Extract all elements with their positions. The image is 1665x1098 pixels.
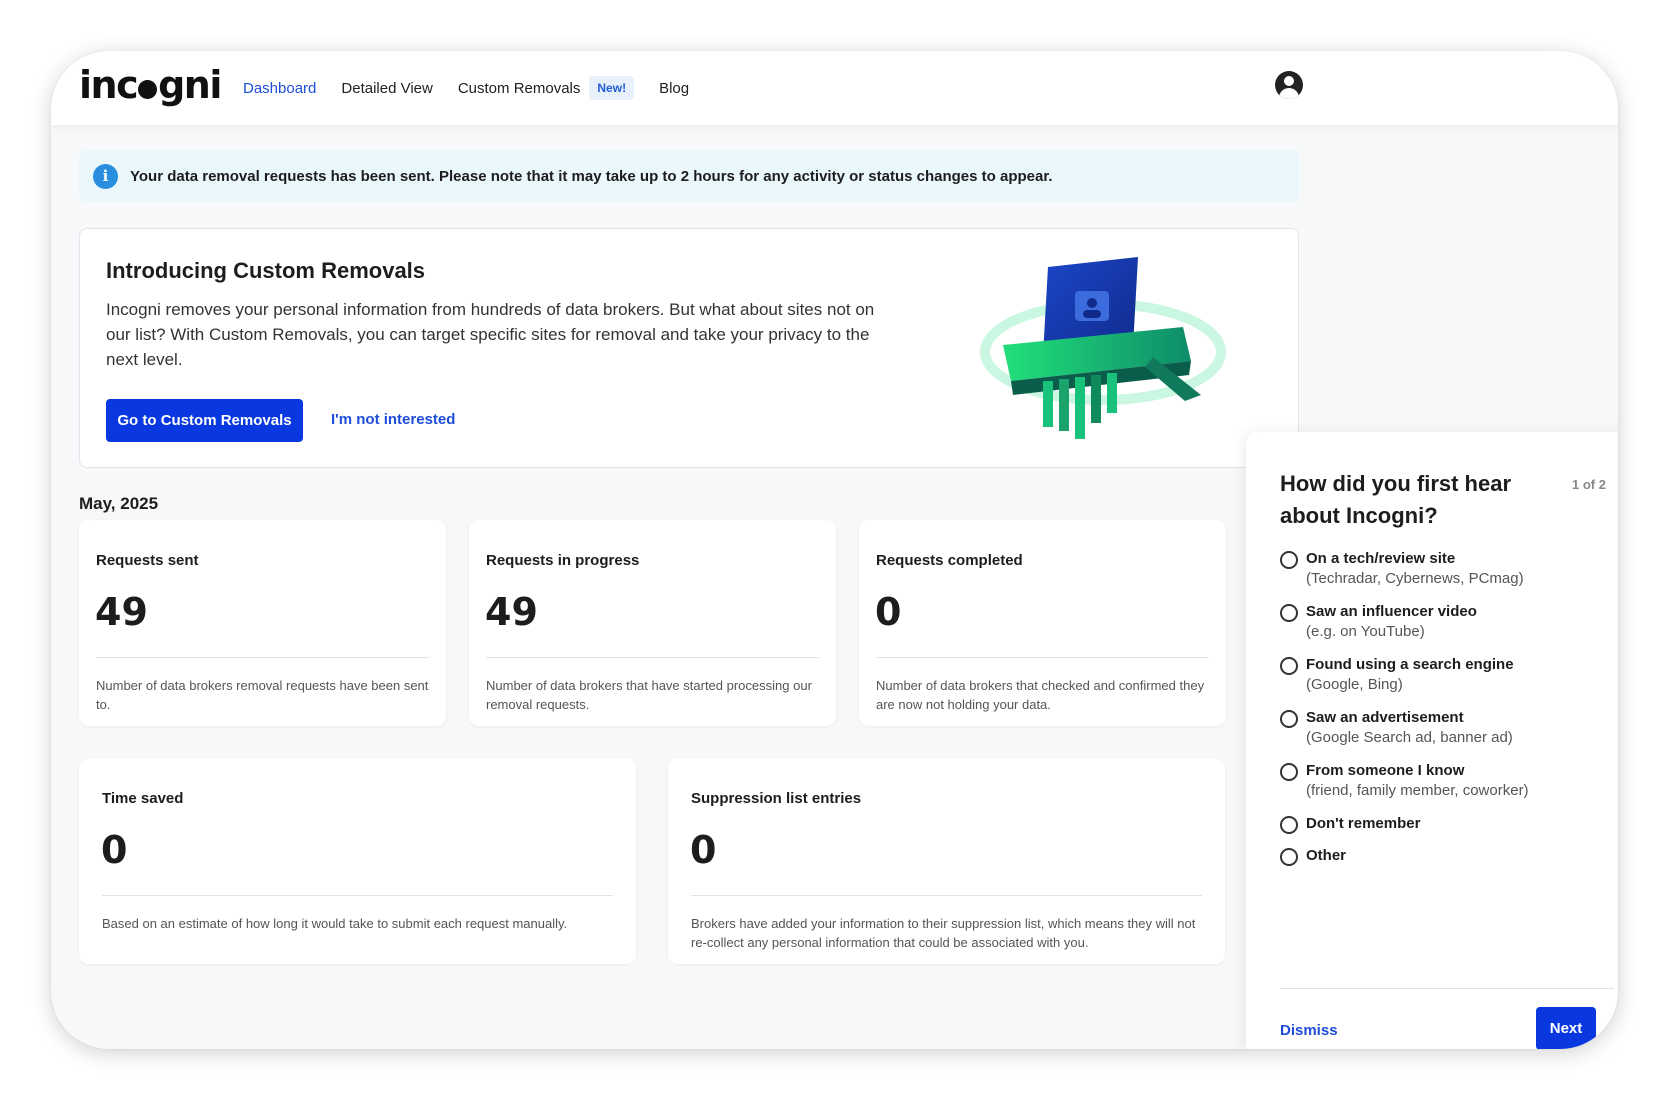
nav-custom-removals[interactable]: Custom Removals (458, 80, 581, 97)
stat-description: Number of data brokers removal requests … (96, 678, 429, 712)
stat-divider (96, 657, 429, 658)
option-sublabel: (Techradar, Cybernews, PCmag) (1306, 570, 1524, 587)
info-icon: i (93, 163, 118, 189)
stat-card-suppression-list: Suppression list entries 0 Brokers have … (668, 758, 1225, 964)
option-label: Don't remember (1306, 815, 1421, 832)
account-icon-body (1279, 88, 1299, 99)
info-banner: i Your data removal requests has been se… (79, 150, 1299, 202)
stat-card-time-saved: Time saved 0 Based on an estimate of how… (79, 758, 636, 964)
logo-text-end: gni (158, 63, 222, 107)
stat-value: 0 (101, 828, 128, 872)
banner-text: Your data removal requests has been sent… (130, 167, 1053, 185)
option-label: Saw an influencer video (1306, 603, 1477, 620)
stat-divider (876, 657, 1209, 658)
stat-value: 0 (875, 590, 902, 634)
stat-description: Number of data brokers that have started… (486, 678, 812, 712)
stat-divider (691, 895, 1202, 896)
option-label: On a tech/review site (1306, 550, 1456, 567)
nav-dashboard[interactable]: Dashboard (243, 80, 316, 97)
radio-button[interactable] (1280, 604, 1298, 622)
shredder-illustration (980, 257, 1226, 439)
stat-divider (486, 657, 819, 658)
stat-card-requests-in-progress: Requests in progress 49 Number of data b… (469, 520, 836, 726)
stat-label: Time saved (102, 790, 184, 807)
app-window: inc gni Dashboard Detailed View Custom Re… (51, 51, 1618, 1049)
radio-button[interactable] (1280, 816, 1298, 834)
stat-label: Requests in progress (486, 552, 640, 569)
stat-description: Based on an estimate of how long it woul… (102, 916, 568, 931)
next-button[interactable]: Next (1536, 1007, 1596, 1049)
stat-description: Number of data brokers that checked and … (876, 678, 1205, 712)
radio-button[interactable] (1280, 657, 1298, 675)
incogni-logo[interactable]: inc gni (79, 63, 222, 107)
stat-divider (102, 895, 613, 896)
custom-removals-promo: Introducing Custom Removals Incogni remo… (79, 228, 1299, 468)
nav-blog[interactable]: Blog (659, 80, 689, 97)
stat-value: 49 (95, 590, 148, 634)
radio-button[interactable] (1280, 551, 1298, 569)
nav-detailed-view[interactable]: Detailed View (341, 80, 432, 97)
go-to-custom-removals-button[interactable]: Go to Custom Removals (106, 399, 303, 442)
promo-body: Incogni removes your personal informatio… (106, 300, 875, 369)
stat-description: Brokers have added your information to t… (691, 916, 1196, 950)
not-interested-link[interactable]: I'm not interested (331, 411, 455, 428)
option-sublabel: (Google Search ad, banner ad) (1306, 729, 1513, 746)
month-heading: May, 2025 (79, 494, 159, 513)
option-label: Other (1306, 847, 1347, 864)
radio-button[interactable] (1280, 763, 1298, 781)
stat-value: 0 (690, 828, 717, 872)
top-navigation: inc gni Dashboard Detailed View Custom Re… (51, 51, 1618, 125)
main-nav: Dashboard Detailed View Custom Removals … (243, 76, 714, 100)
option-sublabel: (Google, Bing) (1306, 676, 1403, 693)
new-badge: New! (589, 76, 635, 100)
stat-label: Requests sent (96, 552, 199, 569)
option-sublabel: (e.g. on YouTube) (1306, 623, 1425, 640)
survey-step-counter: 1 of 2 (1572, 477, 1606, 492)
radio-button[interactable] (1280, 848, 1298, 866)
stat-value: 49 (485, 590, 538, 634)
logo-dot (138, 80, 158, 99)
option-sublabel: (friend, family member, coworker) (1306, 782, 1529, 799)
promo-title: Introducing Custom Removals (106, 258, 426, 283)
dismiss-button[interactable]: Dismiss (1280, 1022, 1338, 1039)
stat-label: Suppression list entries (691, 790, 862, 807)
logo-text-start: inc (79, 63, 139, 107)
survey-title: How did you first hear about Incogni? (1280, 471, 1512, 528)
option-label: Saw an advertisement (1306, 709, 1464, 726)
survey-panel: How did you first hear about Incogni? 1 … (1246, 432, 1618, 1049)
stat-label: Requests completed (876, 552, 1023, 569)
option-label: Found using a search engine (1306, 656, 1514, 673)
stat-card-requests-sent: Requests sent 49 Number of data brokers … (79, 520, 446, 726)
account-icon[interactable] (1275, 71, 1303, 99)
stat-card-requests-completed: Requests completed 0 Number of data brok… (859, 520, 1226, 726)
radio-button[interactable] (1280, 710, 1298, 728)
account-icon-head (1284, 76, 1294, 86)
option-label: From someone I know (1306, 762, 1465, 779)
survey-divider (1280, 988, 1614, 989)
